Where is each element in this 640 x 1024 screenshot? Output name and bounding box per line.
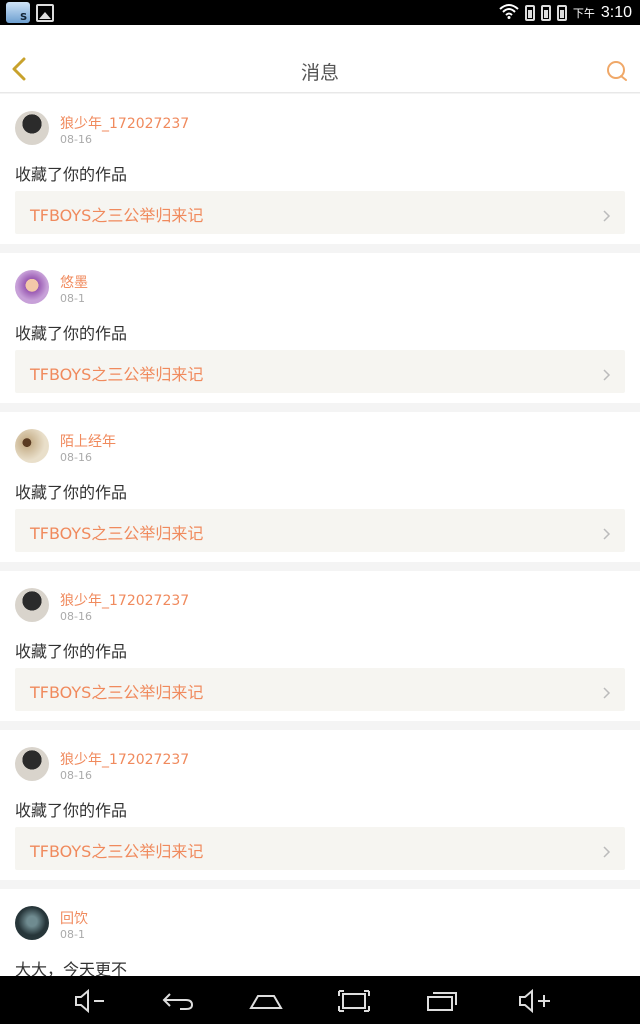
username[interactable]: 悠墨 [60, 272, 88, 292]
message-date: 08-16 [60, 610, 92, 623]
message-text: 收藏了你的作品 [15, 324, 128, 343]
message-text: 收藏了你的作品 [15, 642, 128, 661]
username[interactable]: 狼少年_172027237 [60, 749, 189, 769]
work-link[interactable]: TFBOYS之三公举归来记 [15, 350, 625, 393]
work-link[interactable]: TFBOYS之三公举归来记 [15, 668, 625, 711]
wifi-icon [499, 3, 519, 23]
work-title: TFBOYS之三公举归来记 [30, 683, 204, 702]
work-title: TFBOYS之三公举归来记 [30, 842, 204, 861]
status-time: 3:10 [600, 4, 632, 21]
chevron-right-icon [603, 843, 611, 858]
status-time-label: 下午 [572, 8, 595, 20]
work-title: TFBOYS之三公举归来记 [30, 206, 204, 225]
message-text: 大大，今天更不 [15, 960, 128, 976]
recent-apps-icon[interactable] [424, 988, 460, 1014]
message-card[interactable]: 悠墨 08-1 收藏了你的作品 TFBOYS之三公举归来记 [0, 253, 640, 403]
message-date: 08-16 [60, 133, 92, 146]
message-card[interactable]: 狼少年_172027237 08-16 收藏了你的作品 TFBOYS之三公举归来记 [0, 730, 640, 880]
avatar[interactable] [15, 429, 49, 463]
username[interactable]: 狼少年_172027237 [60, 113, 189, 133]
work-title: TFBOYS之三公举归来记 [30, 524, 204, 543]
work-link[interactable]: TFBOYS之三公举归来记 [15, 509, 625, 552]
app-icon: S [6, 2, 30, 23]
message-card[interactable]: 狼少年_172027237 08-16 收藏了你的作品 TFBOYS之三公举归来记 [0, 571, 640, 721]
message-date: 08-16 [60, 769, 92, 782]
navigation-bar [0, 976, 640, 1024]
chevron-right-icon [603, 366, 611, 381]
message-list[interactable]: 狼少年_172027237 08-16 收藏了你的作品 TFBOYS之三公举归来记 悠墨… [0, 94, 640, 976]
gallery-icon [36, 4, 54, 22]
message-date: 08-16 [60, 451, 92, 464]
message-card[interactable]: 狼少年_172027237 08-16 收藏了你的作品 TFBOYS之三公举归来记 [0, 94, 640, 244]
message-text: 收藏了你的作品 [15, 483, 128, 502]
chevron-right-icon [603, 207, 611, 222]
username[interactable]: 回饮 [60, 908, 88, 928]
chevron-right-icon [603, 684, 611, 699]
avatar[interactable] [15, 111, 49, 145]
avatar[interactable] [15, 906, 49, 940]
work-link[interactable]: TFBOYS之三公举归来记 [15, 827, 625, 870]
back-icon[interactable] [160, 988, 196, 1014]
avatar[interactable] [15, 270, 49, 304]
sim2-icon [540, 5, 551, 21]
avatar[interactable] [15, 588, 49, 622]
sim1-icon [524, 5, 535, 21]
battery-icon [556, 5, 567, 21]
work-link[interactable]: TFBOYS之三公举归来记 [15, 191, 625, 234]
avatar[interactable] [15, 747, 49, 781]
message-date: 08-1 [60, 292, 85, 305]
message-card[interactable]: 回饮 08-1 大大，今天更不 [0, 889, 640, 976]
home-icon[interactable] [248, 988, 284, 1014]
volume-down-icon[interactable] [72, 988, 108, 1014]
username[interactable]: 陌上经年 [60, 431, 116, 451]
message-card[interactable]: 陌上经年 08-16 收藏了你的作品 TFBOYS之三公举归来记 [0, 412, 640, 562]
message-date: 08-1 [60, 928, 85, 941]
volume-up-icon[interactable] [516, 988, 552, 1014]
work-title: TFBOYS之三公举归来记 [30, 365, 204, 384]
search-icon[interactable] [606, 60, 628, 82]
message-text: 收藏了你的作品 [15, 165, 128, 184]
page-title: 消息 [300, 62, 339, 84]
header: 消息 [0, 25, 640, 93]
message-text: 收藏了你的作品 [15, 801, 128, 820]
username[interactable]: 狼少年_172027237 [60, 590, 189, 610]
chevron-right-icon [603, 525, 611, 540]
screenshot-icon[interactable] [336, 988, 372, 1014]
status-bar: S 下午 3:10 [0, 0, 640, 25]
